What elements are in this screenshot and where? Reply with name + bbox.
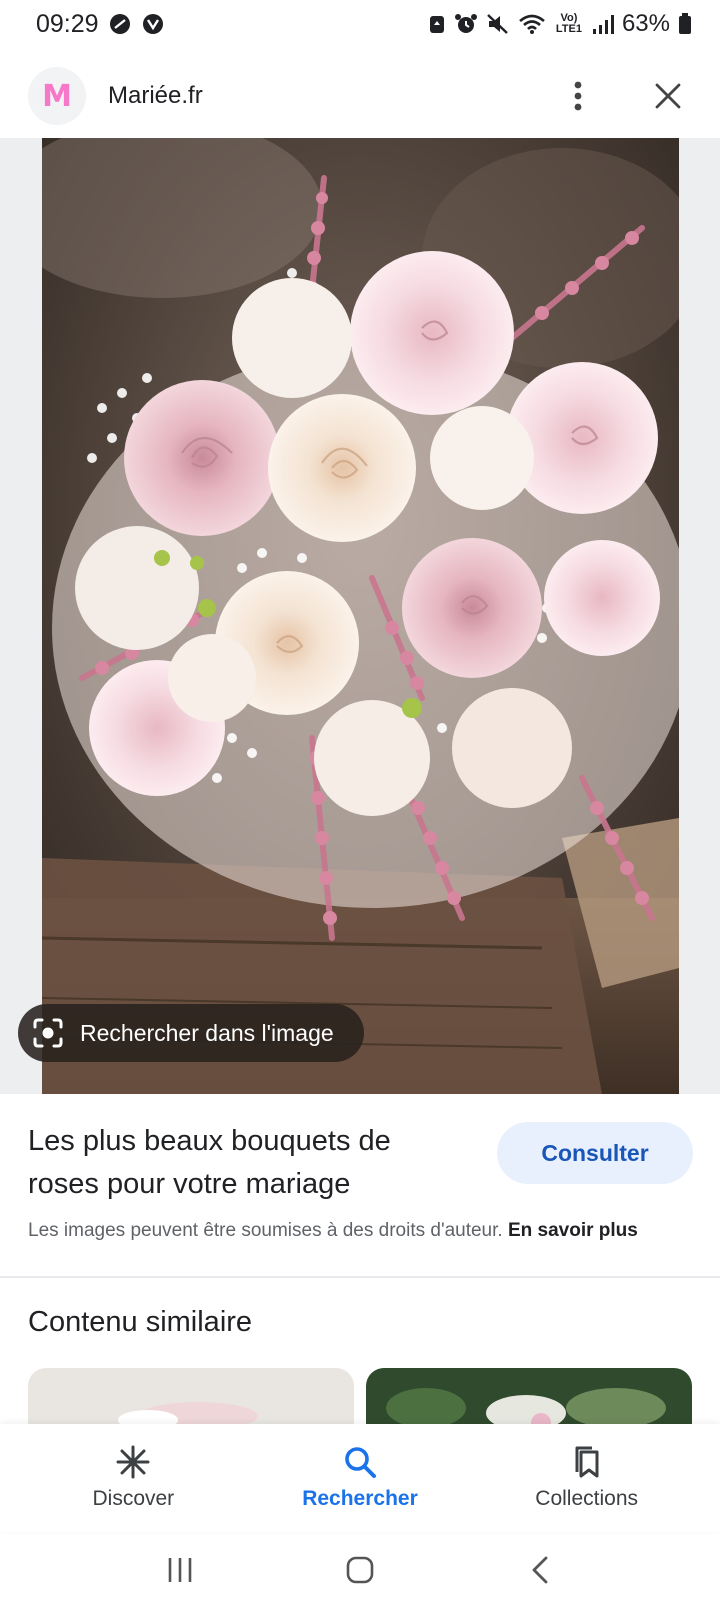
bottom-navigation: Discover Rechercher Collections (0, 1424, 720, 1532)
signal-icon (592, 14, 614, 34)
recent-apps-icon (168, 1558, 192, 1582)
more-vert-icon (574, 81, 582, 111)
recent-apps-button[interactable] (150, 1545, 210, 1595)
collections-bookmark-icon (575, 1446, 599, 1478)
image-preview-area (0, 138, 720, 1094)
similar-content-heading: Contenu similaire (28, 1306, 253, 1338)
source-favicon[interactable]: M (28, 67, 86, 125)
nav-discover-label: Discover (92, 1487, 175, 1510)
search-icon (345, 1447, 376, 1478)
source-header: M Mariée.fr (0, 56, 720, 136)
battery-percent: 63% (621, 10, 670, 37)
system-navigation-bar (0, 1535, 720, 1605)
source-name[interactable]: Mariée.fr (108, 82, 558, 110)
status-left: 09:29 (36, 10, 165, 39)
home-button[interactable] (330, 1545, 390, 1595)
search-in-image-label: Rechercher dans l'image (80, 1019, 334, 1046)
bouquet-image[interactable] (42, 138, 679, 1094)
similar-thumbnail[interactable] (366, 1368, 692, 1430)
result-title: Les plus beaux bouquets de roses pour vo… (28, 1125, 391, 1200)
favicon-letter: M (42, 78, 72, 114)
asterisk-icon (116, 1445, 150, 1479)
close-button[interactable] (644, 72, 692, 120)
app-notification-icon (141, 13, 165, 35)
copyright-text: Les images peuvent être soumises à des d… (28, 1220, 503, 1241)
do-not-disturb-icon (109, 13, 131, 35)
alarm-icon (454, 13, 478, 35)
search-in-image-button[interactable]: Rechercher dans l'image (18, 1004, 364, 1062)
back-button[interactable] (510, 1545, 570, 1595)
status-right: Vo) LTE1 63% (428, 10, 692, 38)
similar-thumbnail[interactable] (28, 1368, 354, 1430)
wifi-icon (518, 13, 546, 35)
nav-collections-label: Collections (535, 1487, 638, 1510)
visit-button[interactable]: Consulter (497, 1122, 693, 1184)
nav-collections[interactable]: Collections (487, 1445, 687, 1511)
more-options-button[interactable] (558, 72, 598, 120)
network-type: Vo) LTE1 (555, 12, 582, 35)
recycle-icon (428, 13, 446, 35)
nav-discover[interactable]: Discover (33, 1445, 233, 1511)
section-divider (0, 1276, 720, 1278)
close-icon (655, 83, 681, 109)
battery-icon (678, 13, 692, 35)
copyright-notice: Les images peuvent être soumises à des d… (28, 1220, 708, 1242)
status-bar: 09:29 Vo) LTE1 63% (0, 0, 720, 48)
mute-icon (486, 13, 510, 35)
nav-search[interactable]: Rechercher (260, 1445, 460, 1511)
status-time: 09:29 (36, 9, 99, 38)
nav-search-label: Rechercher (302, 1487, 418, 1510)
lens-icon (33, 1018, 63, 1048)
home-icon (346, 1556, 374, 1584)
learn-more-link[interactable]: En savoir plus (508, 1220, 638, 1241)
back-icon (532, 1556, 548, 1584)
